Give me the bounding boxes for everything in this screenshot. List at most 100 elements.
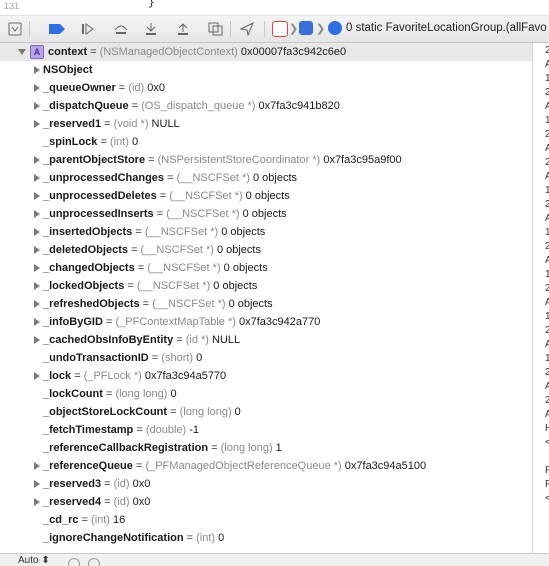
variable-name: _reserved4: [43, 496, 102, 508]
disclosure-collapsed-icon[interactable]: [32, 263, 42, 273]
variable-type: (__NSCFSet *): [166, 208, 240, 220]
variable-row[interactable]: _unprocessedChanges = (__NSCFSet *) 0 ob…: [0, 169, 532, 187]
variable-row[interactable]: _insertedObjects = (__NSCFSet *) 0 objec…: [0, 223, 532, 241]
variable-value: -1: [186, 424, 200, 436]
disclosure-collapsed-icon[interactable]: [32, 245, 42, 255]
variable-row[interactable]: _queueOwner = (id) 0x0: [0, 79, 532, 97]
console-text-fragment: <: [545, 437, 549, 448]
step-over-icon[interactable]: [112, 20, 130, 38]
variable-row[interactable]: _referenceCallbackRegistration = (long l…: [0, 439, 532, 457]
console-text-fragment: 1: [545, 73, 549, 84]
console-text-fragment: 2: [545, 199, 549, 210]
variable-name: _unprocessedInserts: [43, 208, 154, 220]
variable-row[interactable]: _lockCount = (long long) 0: [0, 385, 532, 403]
variable-row[interactable]: _lockedObjects = (__NSCFSet *) 0 objects: [0, 277, 532, 295]
variable-row[interactable]: _infoByGID = (_PFContextMapTable *) 0x7f…: [0, 313, 532, 331]
variable-row[interactable]: _parentObjectStore = (NSPersistentStoreC…: [0, 151, 532, 169]
disclosure-collapsed-icon[interactable]: [32, 281, 42, 291]
variable-type: (__NSCFSet *): [176, 172, 250, 184]
variable-type: (id): [128, 82, 145, 94]
variable-row[interactable]: _reserved4 = (id) 0x0: [0, 493, 532, 511]
variable-value: 0x7fa3c94a5770: [141, 370, 227, 382]
console-text-fragment: A: [545, 213, 549, 224]
console-text-fragment: 1: [545, 115, 549, 126]
equals-sign: =: [97, 136, 110, 148]
variable-text: _changedObjects = (__NSCFSet *) 0 object…: [43, 259, 268, 277]
disclosure-expanded-icon[interactable]: [18, 47, 28, 57]
console-text-fragment: A: [545, 381, 549, 392]
disclosure-collapsed-icon[interactable]: [32, 299, 42, 309]
equals-sign: =: [139, 298, 153, 310]
variable-row-root[interactable]: Acontext = (NSManagedObjectContext) 0x00…: [0, 43, 532, 61]
variable-row[interactable]: _unprocessedDeletes = (__NSCFSet *) 0 ob…: [0, 187, 532, 205]
variable-row[interactable]: _objectStoreLockCount = (long long) 0: [0, 403, 532, 421]
variable-row[interactable]: _ignoreChangeNotification = (int) 0: [0, 529, 532, 547]
equals-sign: =: [128, 100, 142, 112]
disclosure-collapsed-icon[interactable]: [32, 335, 42, 345]
step-into-icon[interactable]: [142, 20, 160, 38]
thread-icon[interactable]: [299, 21, 313, 35]
disclosure-collapsed-icon[interactable]: [32, 191, 42, 201]
disclosure-collapsed-icon[interactable]: [32, 461, 42, 471]
continue-icon[interactable]: [79, 20, 97, 38]
variable-value: 0 objects: [218, 226, 266, 238]
variable-name: _unprocessedDeletes: [43, 190, 157, 202]
variable-row[interactable]: _referenceQueue = (_PFManagedObjectRefer…: [0, 457, 532, 475]
variable-name: _parentObjectStore: [43, 154, 146, 166]
view-hierarchy-icon[interactable]: [207, 20, 225, 38]
stack-frame-icon[interactable]: [328, 21, 342, 35]
disclosure-collapsed-icon[interactable]: [32, 173, 42, 183]
location-icon[interactable]: [238, 20, 256, 38]
variable-row[interactable]: _refreshedObjects = (__NSCFSet *) 0 obje…: [0, 295, 532, 313]
variable-row[interactable]: _undoTransactionID = (short) 0: [0, 349, 532, 367]
variable-row[interactable]: NSObject: [0, 61, 532, 79]
variable-type: (NSManagedObjectContext): [99, 46, 238, 58]
console-text-fragment: A: [545, 59, 549, 70]
disclosure-collapsed-icon[interactable]: [32, 101, 42, 111]
auto-scope-selector[interactable]: Auto ⬍: [18, 555, 50, 566]
variable-value: 0x7fa3c94a5100: [341, 460, 427, 472]
variable-row[interactable]: _reserved1 = (void *) NULL: [0, 115, 532, 133]
disclosure-collapsed-icon[interactable]: [32, 371, 42, 381]
disclosure-collapsed-icon[interactable]: [32, 65, 42, 75]
variable-type: (short): [161, 352, 194, 364]
equals-sign: =: [87, 46, 100, 58]
breakpoints-toggle-icon[interactable]: [48, 20, 66, 38]
variable-row[interactable]: _lock = (_PFLock *) 0x7fa3c94a5770: [0, 367, 532, 385]
variable-text: _unprocessedDeletes = (__NSCFSet *) 0 ob…: [43, 187, 290, 205]
console-text-fragment: 2: [545, 283, 549, 294]
disclosure-collapsed-icon[interactable]: [32, 479, 42, 489]
console-text-fragment: A: [545, 143, 549, 154]
variable-row[interactable]: _fetchTimestamp = (double) -1: [0, 421, 532, 439]
variable-name: _fetchTimestamp: [43, 424, 134, 436]
variable-row[interactable]: _unprocessedInserts = (__NSCFSet *) 0 ob…: [0, 205, 532, 223]
variable-type: (id): [113, 478, 130, 490]
disclosure-collapsed-icon[interactable]: [32, 497, 42, 507]
variable-row[interactable]: _cachedObsInfoByEntity = (id *) NULL: [0, 331, 532, 349]
variable-type: (_PFManagedObjectReferenceQueue *): [145, 460, 342, 472]
breadcrumb-frame-label[interactable]: 0 static FavoriteLocationGroup.(allFavo: [346, 22, 547, 34]
variable-name: _infoByGID: [43, 316, 103, 328]
variable-row[interactable]: _changedObjects = (__NSCFSet *) 0 object…: [0, 259, 532, 277]
variable-row[interactable]: _deletedObjects = (__NSCFSet *) 0 object…: [0, 241, 532, 259]
equals-sign: =: [101, 118, 114, 130]
variable-row[interactable]: _cd_rc = (int) 16: [0, 511, 532, 529]
disclosure-collapsed-icon[interactable]: [32, 155, 42, 165]
variable-row[interactable]: _dispatchQueue = (OS_dispatch_queue *) 0…: [0, 97, 532, 115]
debug-toolbar: ❯ ❯ 0 static FavoriteLocationGroup.(allF…: [0, 16, 549, 43]
equals-sign: =: [173, 334, 186, 346]
disclosure-collapsed-icon[interactable]: [32, 119, 42, 129]
disclosure-collapsed-icon[interactable]: [32, 209, 42, 219]
step-out-icon[interactable]: [174, 20, 192, 38]
disclosure-collapsed-icon[interactable]: [32, 317, 42, 327]
variable-text: _parentObjectStore = (NSPersistentStoreC…: [43, 151, 402, 169]
hide-debug-area-icon[interactable]: [6, 20, 24, 38]
variable-value: 0 objects: [239, 208, 287, 220]
console-text-fragment: 2: [545, 45, 549, 56]
variable-row[interactable]: _reserved3 = (id) 0x0: [0, 475, 532, 493]
variable-name: _lock: [43, 370, 72, 382]
variable-text: _deletedObjects = (__NSCFSet *) 0 object…: [43, 241, 261, 259]
disclosure-collapsed-icon[interactable]: [32, 227, 42, 237]
variable-row[interactable]: _spinLock = (int) 0: [0, 133, 532, 151]
disclosure-collapsed-icon[interactable]: [32, 83, 42, 93]
